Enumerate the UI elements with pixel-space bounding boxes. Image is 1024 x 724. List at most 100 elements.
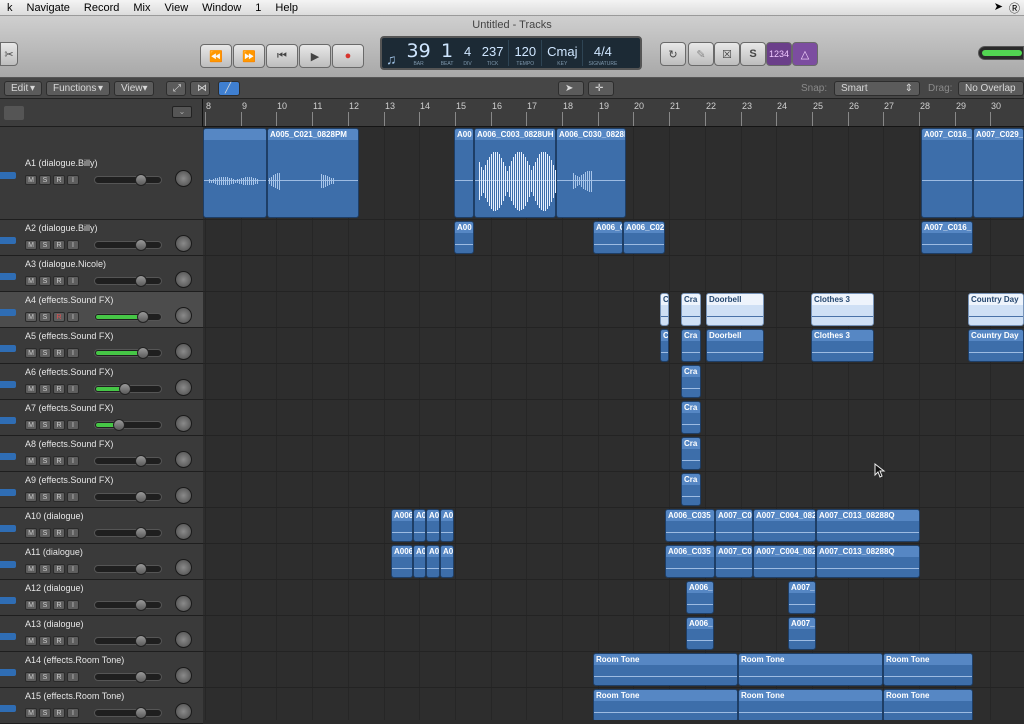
audio-region[interactable]: Clothes 3 bbox=[811, 329, 874, 362]
record-enable-button[interactable]: R bbox=[53, 672, 65, 682]
track-header[interactable]: A1 (dialogue.Billy) M S R I bbox=[0, 127, 203, 220]
mute-button[interactable]: M bbox=[25, 528, 37, 538]
metronome-button[interactable]: △ bbox=[792, 42, 818, 66]
collapse-button[interactable]: ⌄ bbox=[172, 106, 192, 118]
audio-region[interactable]: A007_ bbox=[788, 581, 816, 614]
solo-button[interactable]: S bbox=[39, 420, 51, 430]
fader-knob[interactable] bbox=[119, 383, 131, 395]
tracks-area[interactable]: A005_C021_0828PM A00 A006_C003_0828UH A006_… bbox=[203, 127, 1024, 720]
track-header[interactable]: A2 (dialogue.Billy) M S R I bbox=[0, 220, 203, 256]
fader-knob[interactable] bbox=[135, 635, 147, 647]
cycle-button[interactable]: ↻ bbox=[660, 42, 686, 66]
record-enable-button[interactable]: R bbox=[53, 600, 65, 610]
volume-fader[interactable] bbox=[94, 239, 162, 251]
audio-region[interactable]: A0 bbox=[440, 509, 454, 542]
fader-knob[interactable] bbox=[135, 275, 147, 287]
mute-button[interactable]: M bbox=[25, 456, 37, 466]
audio-region[interactable]: A0 bbox=[440, 545, 454, 578]
solo-button[interactable]: S bbox=[39, 564, 51, 574]
volume-fader[interactable] bbox=[94, 275, 162, 287]
input-monitor-button[interactable]: I bbox=[67, 672, 79, 682]
mute-button[interactable]: M bbox=[25, 636, 37, 646]
master-volume-slider[interactable] bbox=[978, 46, 1024, 60]
solo-button[interactable]: S bbox=[39, 636, 51, 646]
lcd-signature[interactable]: 4/4 bbox=[594, 43, 612, 61]
audio-region[interactable]: Cra bbox=[681, 329, 701, 362]
pan-knob[interactable] bbox=[175, 271, 192, 288]
secondary-tool-menu[interactable]: ✛ bbox=[588, 81, 614, 96]
pan-knob[interactable] bbox=[175, 379, 192, 396]
pan-knob[interactable] bbox=[175, 523, 192, 540]
record-enable-button[interactable]: R bbox=[53, 456, 65, 466]
volume-fader[interactable] bbox=[94, 311, 162, 323]
audio-region[interactable]: A005_C021_0828PM bbox=[267, 128, 359, 218]
drag-dropdown[interactable]: No Overlap bbox=[958, 81, 1024, 96]
track-name[interactable]: A5 (effects.Sound FX) bbox=[25, 331, 113, 341]
input-monitor-button[interactable]: I bbox=[67, 456, 79, 466]
audio-region[interactable]: A006_ bbox=[686, 617, 714, 650]
count-in-button[interactable]: 1234 bbox=[766, 42, 792, 66]
mute-button[interactable]: M bbox=[25, 708, 37, 718]
audio-region[interactable]: Room Tone bbox=[883, 689, 973, 720]
input-monitor-button[interactable]: I bbox=[67, 564, 79, 574]
solo-button[interactable]: S bbox=[39, 672, 51, 682]
solo-button[interactable]: S bbox=[39, 384, 51, 394]
pencil-button[interactable]: ✎ bbox=[688, 42, 714, 66]
fader-knob[interactable] bbox=[135, 671, 147, 683]
track-name[interactable]: A3 (dialogue.Nicole) bbox=[25, 259, 106, 269]
audio-region[interactable]: Cra bbox=[681, 401, 701, 434]
mute-button[interactable]: M bbox=[25, 600, 37, 610]
audio-region[interactable]: A007_C013_08288Q bbox=[816, 509, 920, 542]
input-monitor-button[interactable]: I bbox=[67, 384, 79, 394]
record-enable-button[interactable]: R bbox=[53, 312, 65, 322]
pan-knob[interactable] bbox=[175, 595, 192, 612]
fader-knob[interactable] bbox=[135, 455, 147, 467]
audio-region[interactable]: A007_C004_082 bbox=[753, 545, 816, 578]
audio-region[interactable] bbox=[203, 128, 267, 218]
fader-knob[interactable] bbox=[135, 599, 147, 611]
track-header[interactable]: A5 (effects.Sound FX) M S R I bbox=[0, 328, 203, 364]
fast-forward-button[interactable]: ⏩ bbox=[233, 44, 265, 68]
pan-knob[interactable] bbox=[175, 703, 192, 720]
fader-knob[interactable] bbox=[137, 311, 149, 323]
go-to-start-button[interactable]: ⏮ bbox=[266, 44, 298, 68]
functions-menu[interactable]: Functions ▾ bbox=[46, 81, 110, 96]
audio-region[interactable]: Room Tone bbox=[738, 689, 883, 720]
track-name[interactable]: A4 (effects.Sound FX) bbox=[25, 295, 113, 305]
pan-knob[interactable] bbox=[175, 415, 192, 432]
track-header[interactable]: A3 (dialogue.Nicole) M S R I bbox=[0, 256, 203, 292]
mute-button[interactable]: M bbox=[25, 492, 37, 502]
fader-knob[interactable] bbox=[135, 491, 147, 503]
lcd-display[interactable]: ♫ 39 bar 1 beat 4 div 237 tick 120 tempo Cmaj… bbox=[380, 36, 642, 70]
fader-knob[interactable] bbox=[135, 174, 147, 186]
edit-menu[interactable]: Edit ▾ bbox=[4, 81, 42, 96]
audio-region[interactable]: C bbox=[660, 293, 669, 326]
rewind-button[interactable]: ⏪ bbox=[200, 44, 232, 68]
track-header[interactable]: A9 (effects.Sound FX) M S R I bbox=[0, 472, 203, 508]
track-name[interactable]: A8 (effects.Sound FX) bbox=[25, 439, 113, 449]
pan-knob[interactable] bbox=[175, 487, 192, 504]
record-enable-button[interactable]: R bbox=[53, 348, 65, 358]
audio-region[interactable]: A007_C016_ bbox=[921, 128, 973, 218]
record-enable-button[interactable]: R bbox=[53, 708, 65, 718]
volume-fader[interactable] bbox=[94, 599, 162, 611]
track-header[interactable]: A11 (dialogue) M S R I bbox=[0, 544, 203, 580]
audio-region[interactable]: A006_ bbox=[686, 581, 714, 614]
input-monitor-button[interactable]: I bbox=[67, 528, 79, 538]
volume-fader[interactable] bbox=[94, 563, 162, 575]
bar-ruler[interactable]: 8 9 10 11 12 13 14 15 16 17 18 19 20 21 22 23 24 25 26 27 28… bbox=[203, 99, 1024, 127]
track-name[interactable]: A14 (effects.Room Tone) bbox=[25, 655, 124, 665]
track-header[interactable]: A14 (effects.Room Tone) M S R I bbox=[0, 652, 203, 688]
mute-button[interactable]: M bbox=[25, 672, 37, 682]
solo-button[interactable]: S bbox=[39, 456, 51, 466]
input-monitor-button[interactable]: I bbox=[67, 276, 79, 286]
record-enable-button[interactable]: R bbox=[53, 492, 65, 502]
menu-mix[interactable]: Mix bbox=[126, 2, 157, 14]
track-name[interactable]: A15 (effects.Room Tone) bbox=[25, 691, 124, 701]
fader-knob[interactable] bbox=[135, 707, 147, 719]
record-enable-button[interactable]: R bbox=[53, 420, 65, 430]
fader-knob[interactable] bbox=[113, 419, 125, 431]
audio-region[interactable]: A007_C013_08288Q bbox=[816, 545, 920, 578]
airplay-icon[interactable]: ➤ bbox=[994, 0, 1003, 16]
menu-view[interactable]: View bbox=[158, 2, 196, 14]
